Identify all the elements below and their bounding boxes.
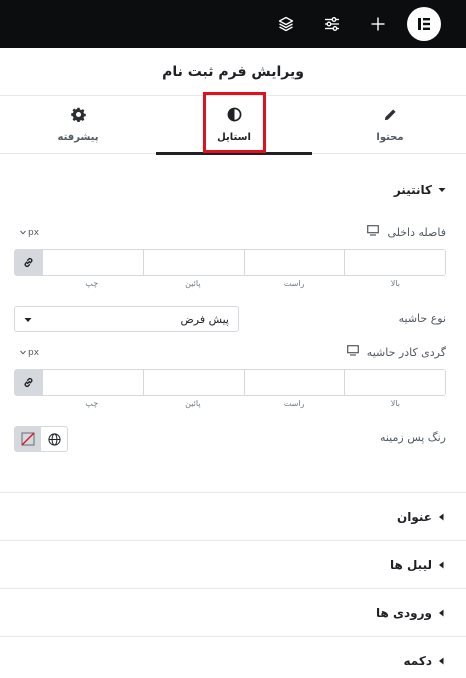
- border-radius-unit-select[interactable]: px: [20, 348, 39, 358]
- elementor-logo[interactable]: [407, 7, 441, 41]
- side-label-bottom: پائین: [185, 399, 201, 408]
- side-label-bottom: پائین: [185, 279, 201, 288]
- caret-down-icon: [438, 183, 446, 197]
- side-label-right: راست: [283, 279, 305, 288]
- accordion-labels-label: لیبل ها: [389, 557, 432, 572]
- link-icon[interactable]: [15, 370, 42, 395]
- globe-icon[interactable]: [41, 427, 67, 451]
- layers-icon[interactable]: [274, 12, 298, 36]
- accordion-inputs-label: ورودی ها: [376, 605, 432, 620]
- tab-advanced[interactable]: پیشرفته: [0, 96, 156, 154]
- padding-unit: px: [28, 228, 40, 238]
- side-label-top: بالا: [390, 279, 400, 288]
- caret-left-icon: [438, 510, 444, 524]
- padding-top-input[interactable]: [344, 250, 445, 275]
- background-label: رنگ پس زمینه: [379, 431, 446, 444]
- radius-right-input[interactable]: [243, 370, 345, 395]
- border-radius-dimensions: [14, 369, 446, 396]
- chevron-down-icon: [20, 228, 26, 238]
- caret-left-icon: [438, 654, 444, 668]
- border-radius-label: گردی کادر حاشیه: [366, 345, 446, 359]
- sliders-icon[interactable]: [320, 12, 344, 36]
- border-type-select[interactable]: پیش فرض: [14, 306, 239, 332]
- panel-header: ویرایش فرم ثبت نام: [0, 48, 466, 96]
- padding-right-input[interactable]: [243, 250, 345, 275]
- radius-left-input[interactable]: [42, 370, 143, 395]
- padding-dimensions: [14, 249, 446, 276]
- desktop-icon[interactable]: [346, 345, 359, 359]
- background-label-row: رنگ پس زمینه: [380, 431, 446, 444]
- section-container-header[interactable]: کانتینر: [394, 183, 446, 197]
- border-radius-side-labels: چپ پائین راست بالا: [41, 399, 446, 408]
- accordion-title-label: عنوان: [397, 509, 432, 524]
- padding-label: فاصله داخلی: [387, 225, 446, 239]
- padding-left-input[interactable]: [42, 250, 143, 275]
- tab-advanced-label: پیشرفته: [57, 132, 99, 143]
- plus-icon[interactable]: [366, 12, 390, 36]
- accordion-labels[interactable]: لیبل ها: [0, 540, 466, 588]
- panel-title: ویرایش فرم ثبت نام: [162, 63, 304, 80]
- border-type-label: نوع حاشیه: [398, 312, 446, 325]
- gear-icon: [70, 107, 86, 126]
- link-icon[interactable]: [15, 250, 42, 275]
- border-type-value: پیش فرض: [180, 312, 229, 326]
- accordion-button-label: دکمه: [403, 653, 432, 668]
- highlight-box: [203, 92, 266, 153]
- padding-side-labels: چپ پائین راست بالا: [41, 279, 446, 288]
- side-label-top: بالا: [390, 399, 400, 408]
- caret-down-icon: [24, 313, 32, 326]
- side-label-left: چپ: [85, 399, 99, 408]
- section-title: کانتینر: [393, 183, 432, 197]
- side-label-left: چپ: [85, 279, 99, 288]
- desktop-icon[interactable]: [367, 225, 380, 239]
- tab-content[interactable]: محتوا: [312, 96, 466, 154]
- top-toolbar: [0, 0, 466, 48]
- background-type-toggle: [14, 426, 68, 452]
- tab-content-label: محتوا: [376, 132, 404, 143]
- padding-bottom-input[interactable]: [142, 250, 244, 275]
- border-type-label-row: نوع حاشیه: [399, 312, 446, 325]
- radius-top-input[interactable]: [344, 370, 445, 395]
- accordion-inputs[interactable]: ورودی ها: [0, 588, 466, 636]
- accordion-button[interactable]: دکمه: [0, 636, 466, 678]
- accordion-title[interactable]: عنوان: [0, 492, 466, 540]
- caret-left-icon: [438, 606, 444, 620]
- pencil-icon: [383, 107, 398, 126]
- chevron-down-icon: [20, 348, 26, 358]
- caret-left-icon: [438, 558, 444, 572]
- no-background-icon[interactable]: [15, 427, 41, 451]
- side-label-right: راست: [283, 399, 305, 408]
- border-radius-unit: px: [28, 348, 40, 358]
- radius-bottom-input[interactable]: [142, 370, 244, 395]
- padding-label-row: فاصله داخلی: [367, 225, 446, 239]
- border-radius-label-row: گردی کادر حاشیه: [346, 345, 446, 359]
- padding-unit-select[interactable]: px: [20, 228, 39, 238]
